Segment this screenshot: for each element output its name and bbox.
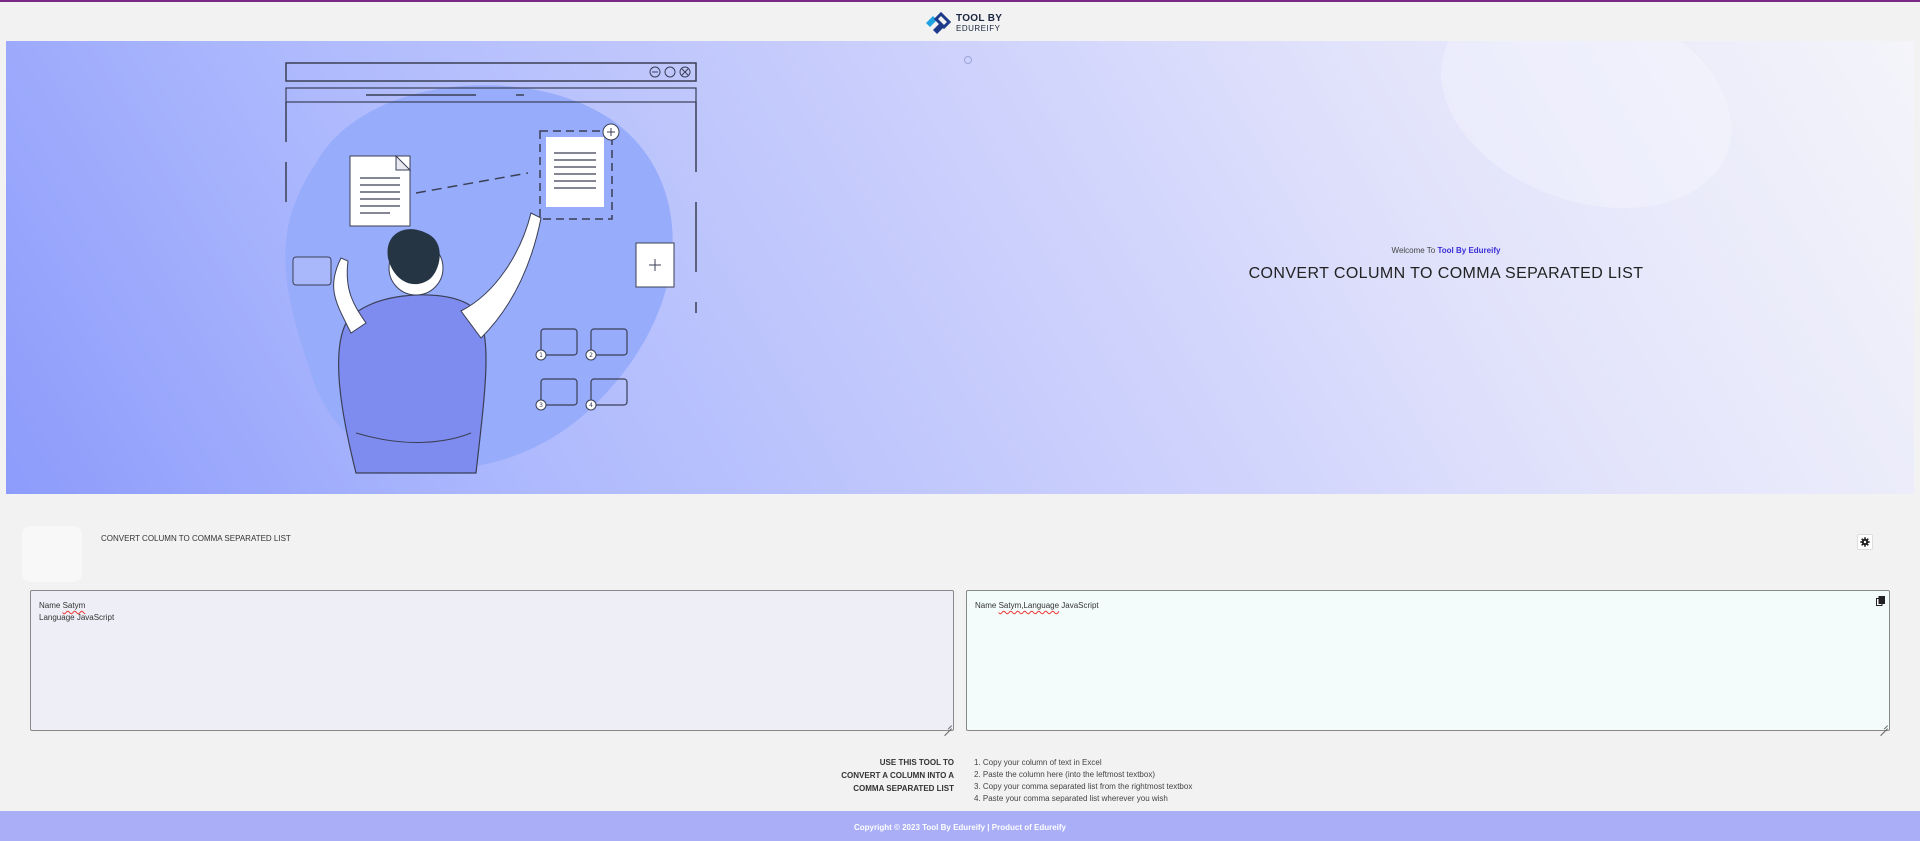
logo-icon — [926, 12, 952, 34]
hero-illustration: 1 2 3 4 — [285, 62, 697, 474]
decorative-blob — [1410, 41, 1762, 247]
how-to-title-line: COMMA SEPARATED LIST — [853, 784, 954, 793]
footer: Copyright © 2023 Tool By Edureify | Prod… — [0, 811, 1920, 841]
output-suffix: JavaScript — [1059, 601, 1099, 610]
output-prefix: Name — [975, 601, 999, 610]
hero-title: CONVERT COLUMN TO COMMA SEPARATED LIST — [1248, 265, 1644, 282]
resize-handle-right[interactable] — [1880, 721, 1888, 729]
how-to-title-line: CONVERT A COLUMN INTO A — [841, 771, 954, 780]
folder-number-2: 2 — [589, 352, 593, 359]
top-bar: TOOL BY EDUREIFY — [0, 4, 1920, 40]
hero-text-block: Welcome To Tool By Edureify CONVERT COLU… — [1146, 246, 1746, 283]
csv-output-textbox[interactable]: Name Satym,Language JavaScript — [966, 590, 1890, 731]
input-line2: Language JavaScript — [39, 613, 115, 622]
logo-text-line2: EDUREIFY — [956, 23, 1001, 33]
input-line1-prefix: Name — [39, 601, 63, 610]
output-word: Satym,Language — [998, 601, 1060, 610]
how-to-steps: 1. Copy your column of text in Excel 2. … — [974, 757, 1192, 805]
hero-welcome: Welcome To Tool By Edureify — [1146, 246, 1746, 255]
folder-number-3: 3 — [539, 402, 543, 409]
decorative-circle — [964, 56, 972, 64]
how-to-title-line: USE THIS TOOL TO — [879, 758, 954, 767]
copy-icon — [1876, 596, 1885, 606]
column-input-textbox[interactable]: Name Satym Language JavaScript — [30, 590, 954, 731]
settings-button[interactable] — [1857, 534, 1873, 550]
tool-section-label: CONVERT COLUMN TO COMMA SEPARATED LIST — [101, 534, 291, 543]
gear-icon — [1860, 537, 1870, 547]
hero-welcome-prefix: Welcome To — [1391, 246, 1438, 255]
how-to-title: USE THIS TOOL TO CONVERT A COLUMN INTO A… — [820, 756, 954, 795]
copy-button[interactable] — [1876, 596, 1885, 609]
input-line1-word: Satym — [62, 601, 86, 610]
how-to-step: 3. Copy your comma separated list from t… — [974, 782, 1193, 791]
footer-copyright: Copyright © 2023 Tool By Edureify | Prod… — [853, 822, 1066, 832]
hero-welcome-brand[interactable]: Tool By Edureify — [1437, 246, 1500, 255]
how-to-step: 2. Paste the column here (into the leftm… — [974, 770, 1155, 779]
site-logo[interactable]: TOOL BY EDUREIFY — [924, 12, 1002, 34]
folder-number-4: 4 — [589, 402, 593, 409]
tool-icon-placeholder — [22, 526, 82, 582]
how-to-step: 4. Paste your comma separated list where… — [974, 794, 1168, 803]
hero-banner: 1 2 3 4 Welcome To Tool By Edureify CONV… — [6, 41, 1914, 494]
logo-text-line1: TOOL BY — [956, 12, 1003, 24]
folder-number-1: 1 — [539, 352, 543, 359]
how-to-step: 1. Copy your column of text in Excel — [974, 758, 1102, 767]
resize-handle-left[interactable] — [944, 721, 952, 729]
